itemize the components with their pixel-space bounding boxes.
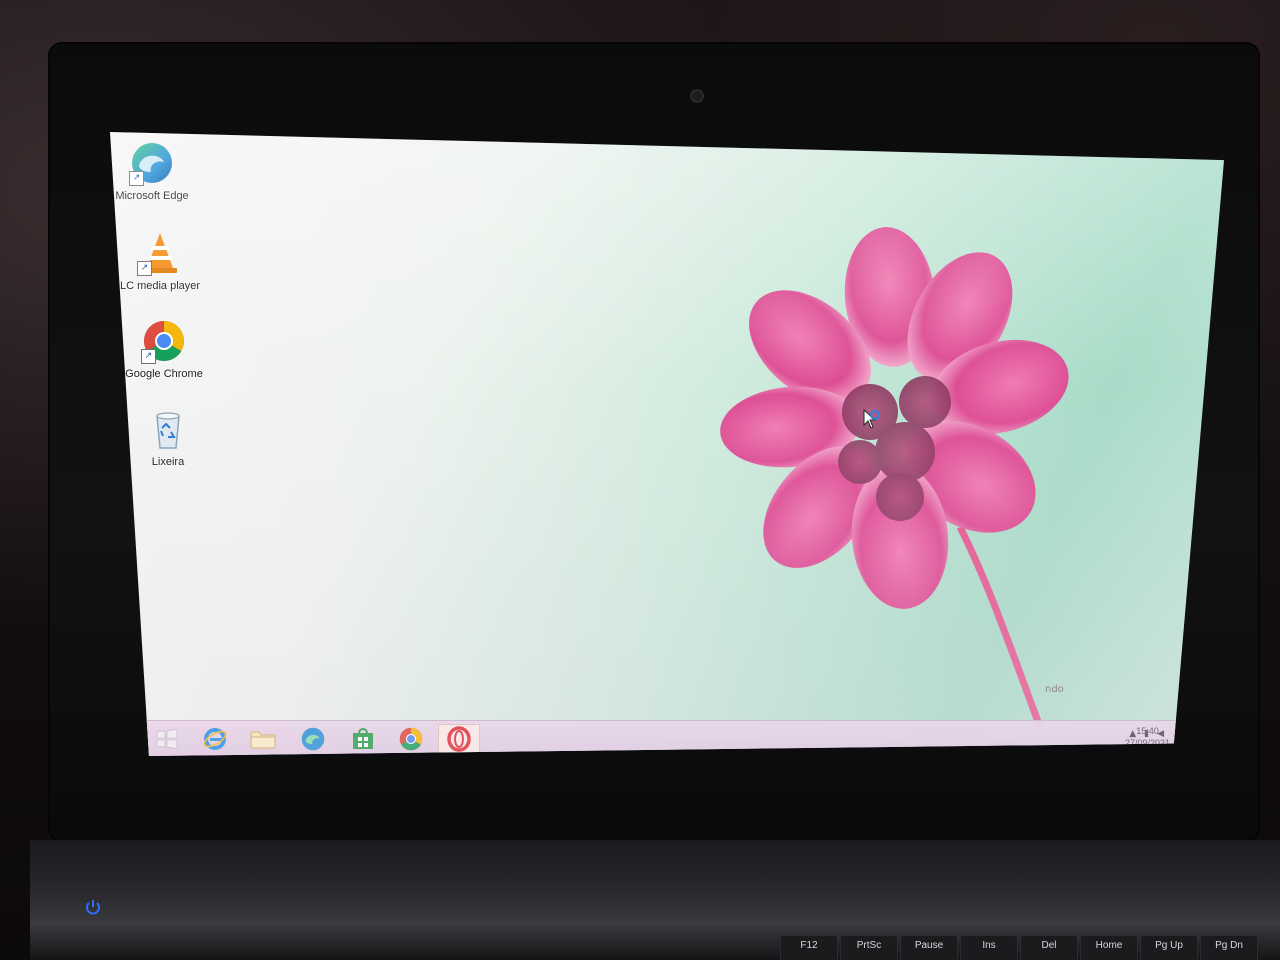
desktop-screen[interactable]: ↗ Microsoft Edge ↗ LC media player ↗ Goo… (110, 132, 1224, 756)
webcam (690, 89, 704, 103)
windows-logo-icon (156, 729, 178, 749)
desktop-icon-vlc[interactable]: ↗ LC media player (110, 230, 210, 292)
recycle-bin-icon (145, 406, 191, 452)
chrome-button[interactable] (390, 724, 432, 754)
key-prtsc: PrtSc (840, 935, 898, 960)
chrome-icon: ↗ (141, 318, 187, 364)
wallpaper-flower (720, 227, 1069, 727)
file-explorer-button[interactable] (242, 724, 284, 754)
opera-button[interactable] (438, 724, 480, 754)
edge-icon: ↗ (129, 140, 175, 186)
key-pgup: Pg Up (1140, 935, 1198, 960)
chrome-icon (399, 727, 423, 751)
key-home: Home (1080, 935, 1138, 960)
shortcut-arrow-icon: ↗ (141, 349, 156, 364)
key-del: Del (1020, 935, 1078, 960)
shortcut-arrow-icon: ↗ (137, 261, 152, 276)
store-button[interactable] (342, 724, 384, 754)
desktop-icon-recycle-bin[interactable]: Lixeira (118, 406, 218, 468)
shortcut-arrow-icon: ↗ (129, 171, 144, 186)
power-led-icon (86, 900, 100, 915)
desktop-icon-chrome[interactable]: ↗ Google Chrome (114, 318, 214, 380)
internet-explorer-icon (203, 728, 227, 750)
windows-watermark: ndo (1045, 684, 1064, 695)
desktop-icon-label: Microsoft Edge (115, 190, 189, 202)
desktop-icon-label: Google Chrome (125, 368, 203, 380)
key-f12: F12 (780, 935, 838, 960)
edge-button[interactable] (292, 724, 334, 754)
desktop-icon-label: Lixeira (151, 456, 185, 468)
mouse-pointer-busy-icon (863, 408, 880, 429)
opera-icon (447, 726, 471, 752)
key-ins: Ins (960, 935, 1018, 960)
key-pgdn: Pg Dn (1200, 935, 1258, 960)
keyboard-top-row: F12 PrtSc Pause Ins Del Home Pg Up Pg Dn (760, 935, 1280, 960)
desktop-icon-edge[interactable]: ↗ Microsoft Edge (110, 140, 202, 202)
desktop-icon-label: LC media player (119, 280, 201, 292)
key-pause: Pause (900, 935, 958, 960)
store-icon (353, 728, 373, 749)
folder-icon (250, 731, 276, 749)
clock-time: 15:40 (1136, 726, 1159, 736)
vlc-icon: ↗ (137, 230, 183, 276)
internet-explorer-button[interactable] (194, 724, 236, 754)
start-button[interactable] (146, 724, 188, 754)
edge-icon (301, 727, 325, 751)
